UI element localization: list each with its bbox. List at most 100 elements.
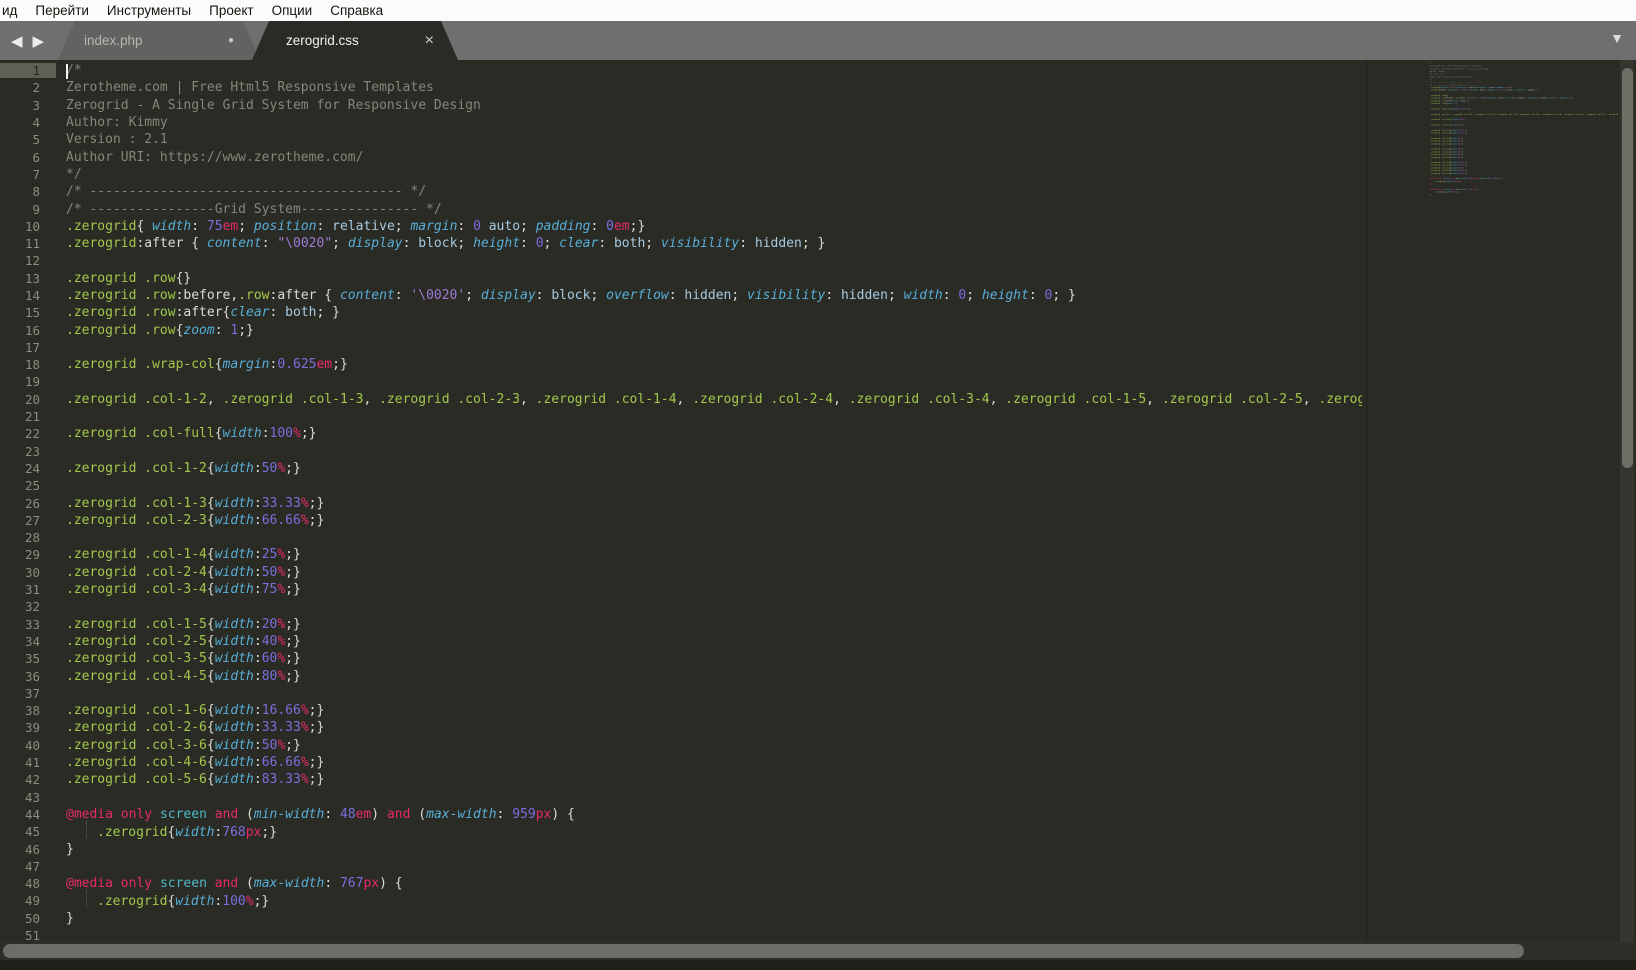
code-line: 32 — [0, 598, 1362, 615]
line-text: .zerogrid .row{zoom: 1;} — [66, 323, 254, 338]
line-number: 21 — [0, 409, 56, 424]
tab-index-php[interactable]: index.php ● — [58, 21, 260, 60]
menu-item-project[interactable]: Проект — [200, 3, 262, 18]
code-line: 4Author: Kimmy — [0, 114, 1362, 131]
line-text: .zerogrid .col-1-2, .zerogrid .col-1-3, … — [1430, 113, 1622, 115]
line-number: 10 — [0, 219, 56, 234]
code-line: 41 .zerogrid .col-4-6{width:66.66%;} — [0, 754, 1362, 771]
code-line: 11 .zerogrid:after { content: "\0020"; di… — [0, 235, 1362, 252]
line-text: .zerogrid{width:768px;} — [1430, 180, 1460, 183]
line-text: /* -------------------------------------… — [66, 184, 426, 199]
code-line: 40.zerogrid .col-3-6{width:50%;} — [0, 737, 1362, 754]
code-line: 30.zerogrid .col-2-4{width:50%;} — [0, 564, 1362, 581]
line-number: 17 — [0, 340, 56, 355]
code-line: 44@media only screen and (min-width: 48e… — [0, 806, 1362, 823]
line-number: 2 — [0, 80, 56, 95]
menu-item-help[interactable]: Справка — [321, 3, 392, 18]
line-text: .zerogrid .col-1-5{width:20%;} — [66, 617, 301, 632]
line-number: 37 — [0, 686, 56, 701]
line-text: .zerogrid{ width: 75em; position: relati… — [66, 219, 645, 234]
minimap[interactable]: 1/*2Zerotheme.com | Free Html5 Responsiv… — [1430, 62, 1622, 922]
line-number: 51 — [0, 928, 56, 942]
minimap-content: 1/*2Zerotheme.com | Free Html5 Responsiv… — [1430, 62, 1620, 199]
code-line: 47 — [0, 858, 1362, 875]
line-text: .zerogrid .col-5-6{width:83.33%;} — [1430, 172, 1467, 174]
line-number: 23 — [0, 444, 56, 459]
line-number: 28 — [0, 530, 56, 545]
menu-item-tools[interactable]: Инструменты — [98, 3, 200, 18]
menu-bar: ид Перейти Инструменты Проект Опции Спра… — [0, 0, 1636, 21]
line-text: /* ----------------Grid System----------… — [66, 202, 442, 217]
tab-list-dropdown-icon[interactable]: ▼ — [1610, 30, 1624, 46]
code-line: 49.zerogrid{width:100%;} — [0, 892, 1362, 909]
menu-item-view[interactable]: ид — [0, 3, 26, 18]
code-editor[interactable]: 1/*2Zerotheme.com | Free Html5 Responsiv… — [0, 60, 1636, 942]
line-number: 29 — [0, 547, 56, 562]
vertical-scrollbar-thumb[interactable] — [1622, 68, 1633, 468]
line-text: @media only screen and (min-width: 48em)… — [66, 807, 575, 822]
code-line: 2Zerotheme.com | Free Html5 Responsive T… — [0, 79, 1362, 96]
line-text: .zerogrid:after { content: "\0020"; disp… — [66, 236, 825, 251]
line-number: 45 — [0, 824, 56, 839]
code-line: 19 — [0, 373, 1362, 390]
code-line: 17 — [0, 339, 1362, 356]
line-text: Author URI: https://www.zerotheme.com/ — [66, 150, 363, 165]
tab-zerogrid-css[interactable]: zerogrid.css × — [252, 21, 458, 60]
line-number: 43 — [0, 790, 56, 805]
line-text: .zerogrid .col-2-6{width:33.33%;} — [66, 720, 324, 735]
code-line: 10 .zerogrid{ width: 75em; position: rela… — [0, 218, 1362, 235]
line-text: .zerogrid .col-2-5{width:40%;} — [66, 634, 301, 649]
code-line: 18.zerogrid .wrap-col{margin:0.625em;} — [0, 356, 1362, 373]
line-number: 50 — [0, 911, 56, 926]
line-number: 48 — [0, 876, 56, 891]
code-area[interactable]: 1/*2Zerotheme.com | Free Html5 Responsiv… — [0, 62, 1362, 942]
line-number: 25 — [0, 478, 56, 493]
line-number: 12 — [0, 253, 56, 268]
menu-item-options[interactable]: Опции — [263, 3, 322, 18]
line-text: Zerogrid - A Single Grid System for Resp… — [66, 98, 481, 113]
line-number: 8 — [0, 184, 56, 199]
line-text: .zerogrid .col-2-4{width:50%;} — [66, 565, 301, 580]
line-text: .zerogrid{width:100%;} — [1430, 191, 1459, 194]
line-number: 6 — [0, 150, 56, 165]
line-number: 19 — [0, 374, 56, 389]
line-text: .zerogrid .col-1-2, .zerogrid .col-1-3, … — [66, 392, 1362, 407]
line-text: .zerogrid .wrap-col{margin:0.625em;} — [66, 357, 348, 372]
code-line: 13.zerogrid .row{} — [0, 270, 1362, 287]
line-number: 5 — [0, 132, 56, 147]
horizontal-scrollbar-thumb[interactable] — [3, 944, 1524, 958]
line-text: .zerogrid:after { content: "\0020"; disp… — [1430, 89, 1538, 91]
code-line: 23 — [0, 443, 1362, 460]
text-caret — [66, 64, 68, 79]
code-line: 14.zerogrid .row:before,.row:after { con… — [0, 287, 1362, 304]
code-line: 29.zerogrid .col-1-4{width:25%;} — [0, 546, 1362, 563]
line-text: } — [66, 911, 74, 926]
line-number: 16 — [0, 323, 56, 338]
back-arrow-icon[interactable]: ◀ — [8, 32, 26, 50]
line-text: .zerogrid .col-4-6{width:66.66%;} — [66, 755, 324, 770]
line-text: .zerogrid .row{zoom: 1;} — [1430, 102, 1457, 104]
forward-arrow-icon[interactable]: ▶ — [30, 32, 48, 50]
code-line: 6 Author URI: https://www.zerotheme.com/ — [0, 148, 1362, 165]
line-number: 3 — [0, 98, 56, 113]
close-icon[interactable]: × — [425, 33, 434, 49]
tab-bar: ◀ ▶ index.php ● zerogrid.css × ▼ — [0, 21, 1636, 60]
right-margin-line — [1366, 60, 1367, 942]
line-text: .zerogrid .col-1-2{width:50%;} — [66, 461, 301, 476]
code-line: 28 — [0, 529, 1362, 546]
menu-item-go[interactable]: Перейти — [26, 3, 98, 18]
line-number: 31 — [0, 582, 56, 597]
code-line: 20.zerogrid .col-1-2, .zerogrid .col-1-3… — [0, 391, 1362, 408]
tab-label: zerogrid.css — [286, 33, 359, 48]
line-text: .zerogrid .col-2-3{width:66.66%;} — [1430, 132, 1467, 134]
line-text: .zerogrid .col-3-4{width:75%;} — [1430, 143, 1463, 145]
tab-nav-arrows: ◀ ▶ — [8, 21, 47, 60]
line-number: 41 — [0, 755, 56, 770]
line-number: 11 — [0, 236, 56, 251]
code-line: 5Version : 2.1 — [0, 131, 1362, 148]
line-text: */ — [66, 167, 82, 182]
line-text: .zerogrid .col-3-5{width:60%;} — [66, 651, 301, 666]
line-number: 7 — [0, 167, 56, 182]
line-text: /* — [66, 63, 82, 78]
line-text: .zerogrid .col-5-6{width:83.33%;} — [66, 772, 324, 787]
